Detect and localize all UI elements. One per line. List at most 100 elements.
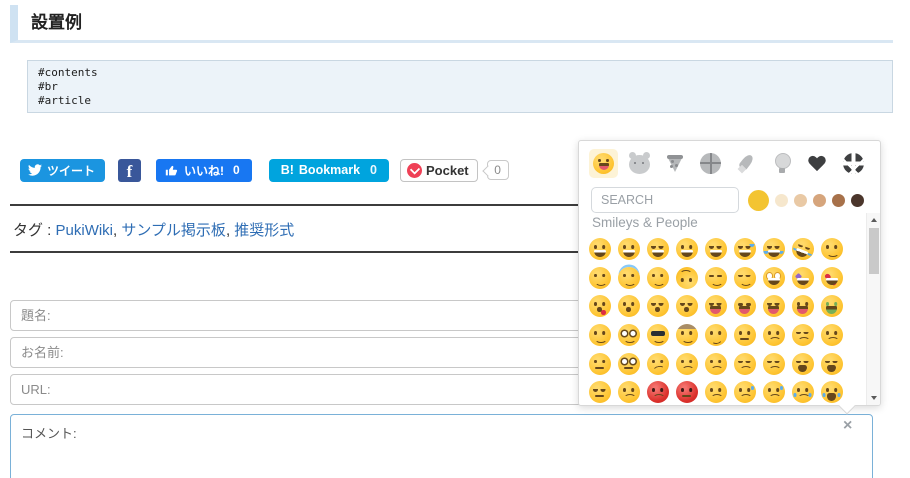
emoji-slight-smile[interactable] (643, 264, 672, 293)
emoji-tongue-closed-eyes[interactable] (759, 292, 788, 321)
tongue-out-emoji (791, 295, 814, 318)
scroll-thumb[interactable] (868, 228, 879, 274)
emoji-joy[interactable] (759, 235, 788, 264)
emoji-anguished[interactable] (701, 378, 730, 405)
emoji-frowning[interactable] (701, 349, 730, 378)
emoji-smirk[interactable] (701, 321, 730, 350)
twitter-icon (28, 164, 42, 176)
emoji-kissing-heart[interactable] (585, 292, 614, 321)
hugging-emoji (588, 324, 611, 347)
angry-emoji (617, 381, 640, 404)
comment-textarea[interactable] (10, 414, 873, 478)
pocket-button[interactable]: Pocket (400, 158, 478, 182)
tags-row: タグ : PukiWiki, サンプル掲示板, 推奨形式 (13, 219, 294, 240)
emoji-tongue-out[interactable] (788, 292, 817, 321)
scroll-up-arrow-icon[interactable] (867, 213, 880, 228)
emoji-laughing[interactable] (701, 235, 730, 264)
emoji-search-row (579, 185, 880, 215)
category-tab-smileys-people[interactable] (589, 148, 618, 178)
emoji-kissing[interactable] (614, 292, 643, 321)
category-tab-symbols[interactable] (803, 149, 832, 178)
emoji-grinning[interactable] (585, 235, 614, 264)
tag-link-サンプル掲示板[interactable]: サンプル掲示板 (121, 222, 226, 239)
emoji-heart-eyes[interactable] (817, 264, 846, 293)
emoji-tired[interactable] (788, 349, 817, 378)
tweet-button[interactable]: ツイート (20, 158, 106, 182)
heart-eyes-emoji (820, 266, 843, 289)
confounded-emoji (762, 352, 785, 375)
emoji-crying[interactable] (788, 378, 817, 405)
emoji-pensive[interactable] (788, 321, 817, 350)
emoji-relieved[interactable] (730, 264, 759, 293)
skin-tone-5[interactable] (832, 193, 845, 207)
smiley-icon (593, 152, 614, 174)
emoji-star-struck[interactable] (788, 264, 817, 293)
disappointed-emoji (762, 324, 785, 347)
emoji-kissing-smiling-eyes[interactable] (643, 292, 672, 321)
emoji-worried[interactable] (817, 321, 846, 350)
emoji-unamused[interactable] (730, 321, 759, 350)
emoji-smile[interactable] (643, 235, 672, 264)
facebook-button[interactable]: f (118, 158, 142, 182)
page-title: 設置例 (10, 5, 893, 43)
kissing-heart-emoji (588, 295, 611, 318)
tag-link-PukiWiki[interactable]: PukiWiki (56, 222, 114, 239)
emoji-smiley[interactable] (614, 235, 643, 264)
emoji-search-input[interactable] (591, 187, 739, 213)
emoji-persevere[interactable] (730, 349, 759, 378)
emoji-cursing[interactable] (672, 378, 701, 405)
hatena-bookmark-button[interactable]: B! Bookmark 0 (268, 158, 389, 182)
emoji-fearful[interactable] (730, 378, 759, 405)
emoji-rofl[interactable] (788, 235, 817, 264)
like-label: いいね! (184, 163, 225, 178)
tag-link-推奨形式[interactable]: 推奨形式 (234, 222, 294, 239)
skin-tone-3[interactable] (794, 193, 807, 207)
emoji-flushed[interactable] (759, 264, 788, 293)
objects-icon (772, 152, 793, 174)
emoji-yum[interactable] (701, 292, 730, 321)
emoji-scrollbar[interactable] (866, 213, 880, 405)
emoji-tongue-wink[interactable] (730, 292, 759, 321)
skin-tone-1[interactable] (748, 189, 769, 211)
close-icon[interactable]: × (843, 418, 852, 434)
skin-tone-6[interactable] (851, 193, 864, 207)
scroll-down-arrow-icon[interactable] (867, 390, 880, 405)
like-count: 0 (233, 163, 240, 177)
emoji-innocent[interactable] (614, 264, 643, 293)
emoji-wink[interactable] (701, 264, 730, 293)
facebook-like-button[interactable]: いいね! 0 (156, 158, 252, 182)
emoji-picker: Smileys & People (578, 140, 881, 415)
emoji-confounded[interactable] (759, 349, 788, 378)
category-tab-food-drink[interactable] (660, 149, 689, 178)
page-title-text: 設置例 (31, 13, 82, 32)
category-tab-objects[interactable] (768, 149, 797, 178)
emoji-angry[interactable] (614, 378, 643, 405)
emoji-triumph[interactable] (585, 378, 614, 405)
emoji-blush[interactable] (585, 264, 614, 293)
category-tab-travel-places[interactable] (732, 149, 761, 178)
emoji-monocle[interactable] (614, 349, 643, 378)
emoji-kissing-closed-eyes[interactable] (672, 292, 701, 321)
skin-tone-2[interactable] (775, 193, 788, 207)
emoji-money-mouth[interactable] (817, 292, 846, 321)
emoji-nerd[interactable] (614, 321, 643, 350)
category-tab-flags[interactable] (839, 149, 868, 178)
emoji-raised-eyebrow[interactable] (585, 349, 614, 378)
emoji-cold-sweat[interactable] (759, 378, 788, 405)
emoji-weary[interactable] (817, 349, 846, 378)
emoji-relaxed[interactable] (817, 235, 846, 264)
emoji-confused[interactable] (643, 349, 672, 378)
emoji-grin[interactable] (672, 235, 701, 264)
joy-emoji (762, 238, 785, 261)
emoji-sweat-smile[interactable] (730, 235, 759, 264)
emoji-cowboy[interactable] (672, 321, 701, 350)
emoji-slight-frown[interactable] (672, 349, 701, 378)
emoji-hugging[interactable] (585, 321, 614, 350)
emoji-sunglasses[interactable] (643, 321, 672, 350)
category-tab-animals-nature[interactable] (625, 149, 654, 178)
emoji-upside-down[interactable] (672, 264, 701, 293)
emoji-rage[interactable] (643, 378, 672, 405)
category-tab-activity[interactable] (696, 149, 725, 178)
emoji-disappointed[interactable] (759, 321, 788, 350)
skin-tone-4[interactable] (813, 193, 826, 207)
